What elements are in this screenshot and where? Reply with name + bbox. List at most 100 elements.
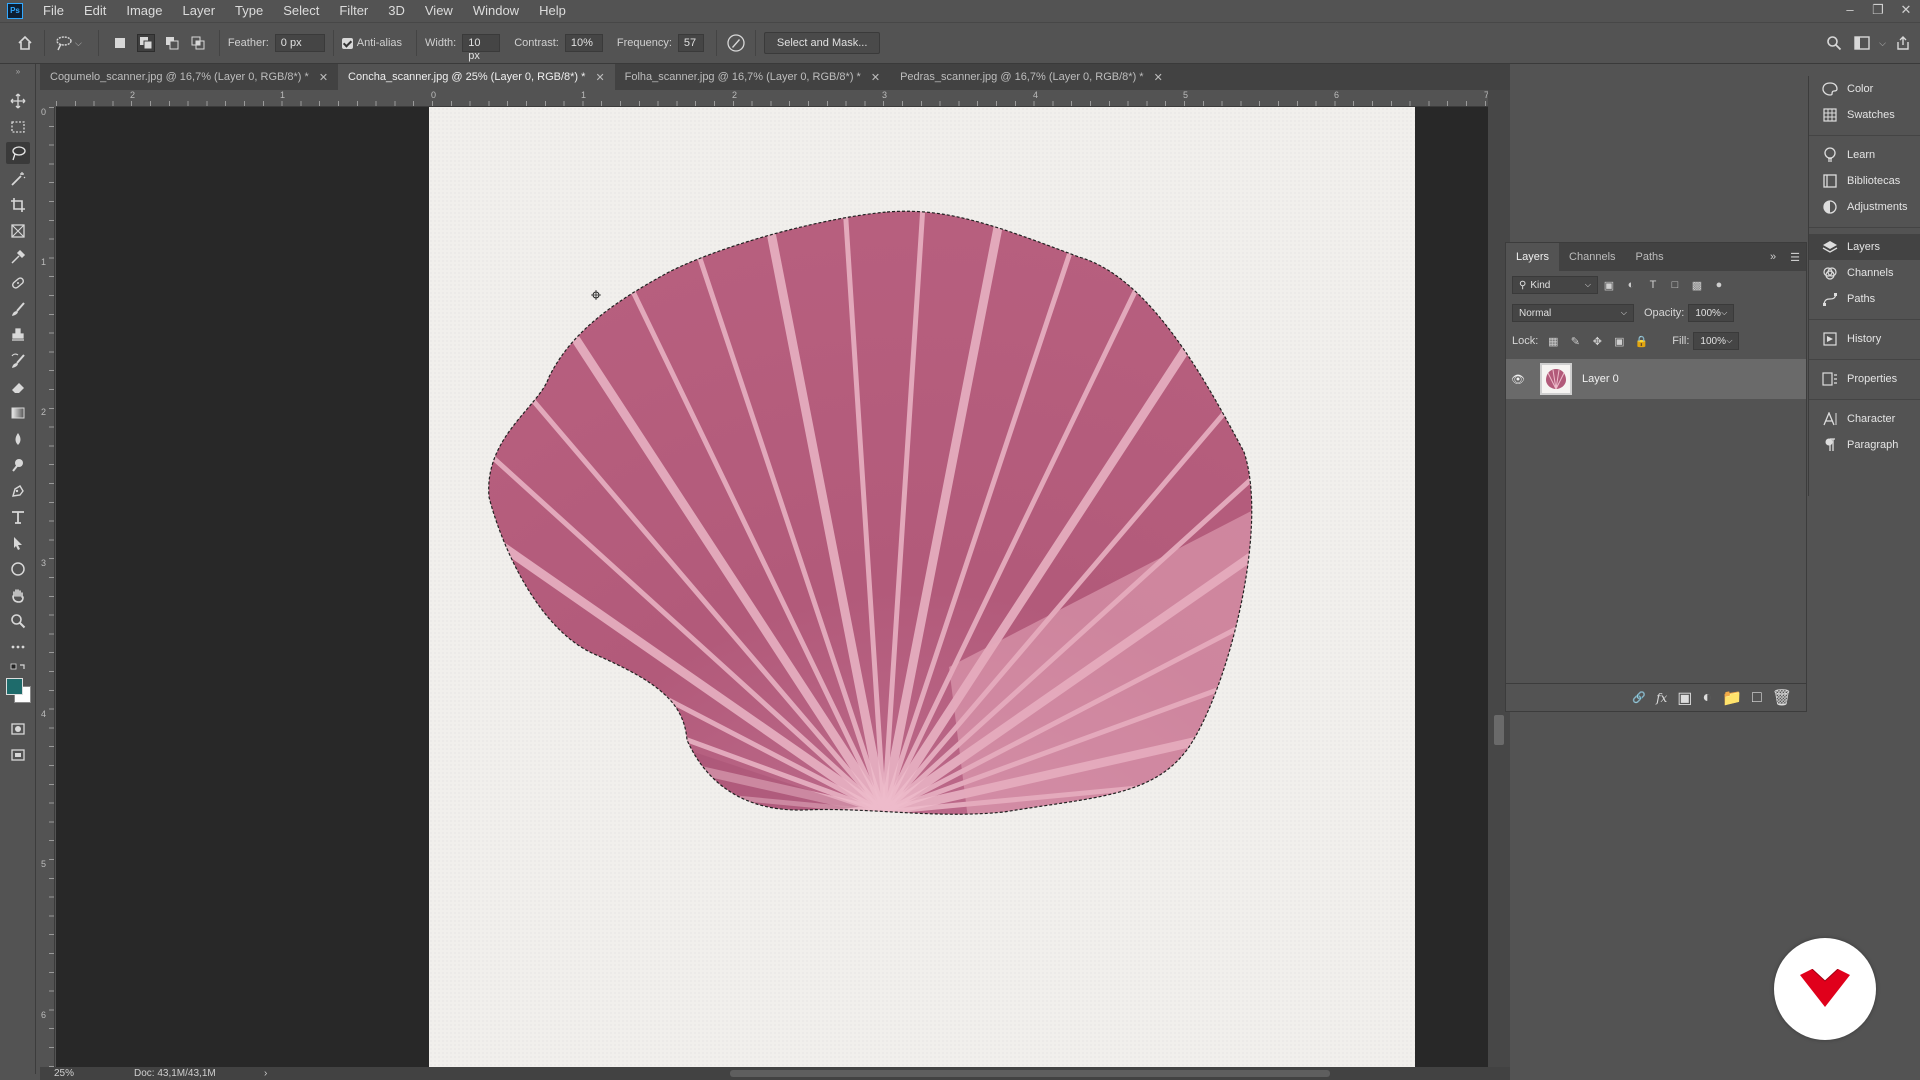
menu-type[interactable]: Type: [225, 0, 273, 22]
menu-layer[interactable]: Layer: [173, 0, 226, 22]
history-brush-tool-icon[interactable]: [6, 350, 30, 372]
canvas-area[interactable]: [56, 107, 1488, 1067]
add-to-selection-icon[interactable]: [136, 34, 155, 52]
close-window-icon[interactable]: ✕: [1892, 0, 1920, 22]
magnetic-lasso-preset-icon[interactable]: [53, 32, 75, 54]
more-tools-icon[interactable]: [6, 636, 30, 658]
quick-mask-icon[interactable]: [6, 718, 30, 740]
subtract-from-selection-icon[interactable]: [163, 34, 181, 52]
eyedropper-tool-icon[interactable]: [6, 246, 30, 268]
dock-layers[interactable]: Layers: [1809, 234, 1920, 260]
collapse-panel-icon[interactable]: »: [1770, 251, 1776, 263]
lock-image-icon[interactable]: ✎: [1564, 332, 1586, 350]
dock-history[interactable]: History: [1809, 326, 1920, 352]
swap-colors-icon[interactable]: [6, 662, 30, 674]
antialias-checkbox[interactable]: [341, 37, 353, 49]
dock-color[interactable]: Color: [1809, 76, 1920, 102]
scroll-thumb[interactable]: [1494, 715, 1504, 745]
tab-layers[interactable]: Layers: [1506, 243, 1560, 271]
type-tool-icon[interactable]: [6, 506, 30, 528]
move-tool-icon[interactable]: [6, 90, 30, 112]
trash-icon[interactable]: 🗑: [1772, 688, 1792, 708]
preset-chevron-down-icon[interactable]: ⌵: [75, 38, 82, 49]
blend-mode-select[interactable]: Normal ⌵: [1512, 304, 1634, 322]
dock-paragraph[interactable]: Paragraph: [1809, 432, 1920, 458]
tab-concha[interactable]: Concha_scanner.jpg @ 25% (Layer 0, RGB/8…: [338, 64, 615, 90]
layer-name[interactable]: Layer 0: [1582, 373, 1619, 385]
search-icon[interactable]: [1823, 32, 1845, 54]
kind-filter-select[interactable]: ⚲ Kind ⌵: [1512, 276, 1598, 294]
new-selection-icon[interactable]: [111, 34, 129, 52]
dock-channels[interactable]: Channels: [1809, 260, 1920, 286]
filter-pixel-icon[interactable]: ▣: [1598, 276, 1620, 294]
pen-tool-icon[interactable]: [6, 480, 30, 502]
document-canvas[interactable]: [429, 107, 1415, 1067]
filter-toggle-icon[interactable]: ●: [1708, 276, 1730, 294]
menu-window[interactable]: Window: [463, 0, 529, 22]
menu-edit[interactable]: Edit: [74, 0, 116, 22]
workspace-icon[interactable]: [1851, 32, 1873, 54]
healing-brush-tool-icon[interactable]: [6, 272, 30, 294]
lasso-tool-icon[interactable]: [6, 142, 30, 164]
zoom-level[interactable]: 25%: [54, 1068, 134, 1079]
menu-select[interactable]: Select: [273, 0, 329, 22]
lock-transparent-icon[interactable]: ▦: [1542, 332, 1564, 350]
menu-3d[interactable]: 3D: [378, 0, 415, 22]
close-icon[interactable]: ✕: [595, 71, 604, 84]
close-icon[interactable]: ✕: [319, 71, 328, 84]
tab-pedras[interactable]: Pedras_scanner.jpg @ 16,7% (Layer 0, RGB…: [890, 64, 1173, 90]
dock-paths[interactable]: Paths: [1809, 286, 1920, 312]
filter-smart-object-icon[interactable]: ▩: [1686, 276, 1708, 294]
share-icon[interactable]: [1892, 32, 1914, 54]
dock-bibliotecas[interactable]: Bibliotecas: [1809, 168, 1920, 194]
dock-swatches[interactable]: Swatches: [1809, 102, 1920, 128]
menu-help[interactable]: Help: [529, 0, 576, 22]
color-swatches[interactable]: [4, 676, 34, 706]
dock-learn[interactable]: Learn: [1809, 142, 1920, 168]
new-layer-icon[interactable]: □: [1752, 689, 1762, 707]
blur-tool-icon[interactable]: [6, 428, 30, 450]
menu-image[interactable]: Image: [116, 0, 172, 22]
add-mask-icon[interactable]: ▣: [1677, 688, 1692, 708]
close-icon[interactable]: ✕: [1154, 71, 1163, 84]
fill-input[interactable]: 100% ⌵: [1693, 332, 1740, 350]
filter-type-icon[interactable]: T: [1642, 276, 1664, 294]
eraser-tool-icon[interactable]: [6, 376, 30, 398]
home-icon[interactable]: [14, 32, 36, 54]
restore-icon[interactable]: ❐: [1864, 0, 1892, 22]
layer-row[interactable]: 👁 Layer 0: [1506, 359, 1806, 399]
tab-channels[interactable]: Channels: [1559, 243, 1625, 271]
minimize-icon[interactable]: –: [1836, 0, 1864, 22]
width-input[interactable]: 10 px: [462, 34, 501, 62]
tab-cogumelo[interactable]: Cogumelo_scanner.jpg @ 16,7% (Layer 0, R…: [40, 64, 339, 90]
foreground-color-swatch[interactable]: [6, 678, 23, 695]
lock-position-icon[interactable]: ✥: [1586, 332, 1608, 350]
zoom-tool-icon[interactable]: [6, 610, 30, 632]
menu-file[interactable]: File: [33, 0, 74, 22]
brush-tool-icon[interactable]: [6, 298, 30, 320]
frame-tool-icon[interactable]: [6, 220, 30, 242]
dodge-tool-icon[interactable]: [6, 454, 30, 476]
dock-character[interactable]: Character: [1809, 406, 1920, 432]
menu-filter[interactable]: Filter: [329, 0, 378, 22]
pen-pressure-icon[interactable]: [725, 32, 747, 54]
feather-input[interactable]: 0 px: [274, 34, 325, 52]
collapse-toolbar-icon[interactable]: »: [6, 66, 30, 76]
crop-tool-icon[interactable]: [6, 194, 30, 216]
intersect-selection-icon[interactable]: [189, 34, 207, 52]
tab-folha[interactable]: Folha_scanner.jpg @ 16,7% (Layer 0, RGB/…: [614, 64, 891, 90]
ellipse-tool-icon[interactable]: [6, 558, 30, 580]
select-and-mask-button[interactable]: Select and Mask...: [763, 32, 881, 54]
hand-tool-icon[interactable]: [6, 584, 30, 606]
frequency-input[interactable]: 57: [677, 34, 704, 52]
magic-wand-tool-icon[interactable]: [6, 168, 30, 190]
dock-adjustments[interactable]: Adjustments: [1809, 194, 1920, 220]
tab-paths[interactable]: Paths: [1626, 243, 1674, 271]
status-menu-arrow[interactable]: ›: [264, 1068, 284, 1079]
panel-menu-icon[interactable]: ☰: [1790, 251, 1800, 264]
fx-icon[interactable]: fx: [1656, 691, 1667, 705]
opacity-input[interactable]: 100% ⌵: [1688, 304, 1735, 322]
lock-artboard-icon[interactable]: ▣: [1608, 332, 1630, 350]
filter-adjustment-icon[interactable]: ◐: [1620, 276, 1642, 294]
screen-mode-icon[interactable]: [6, 744, 30, 766]
